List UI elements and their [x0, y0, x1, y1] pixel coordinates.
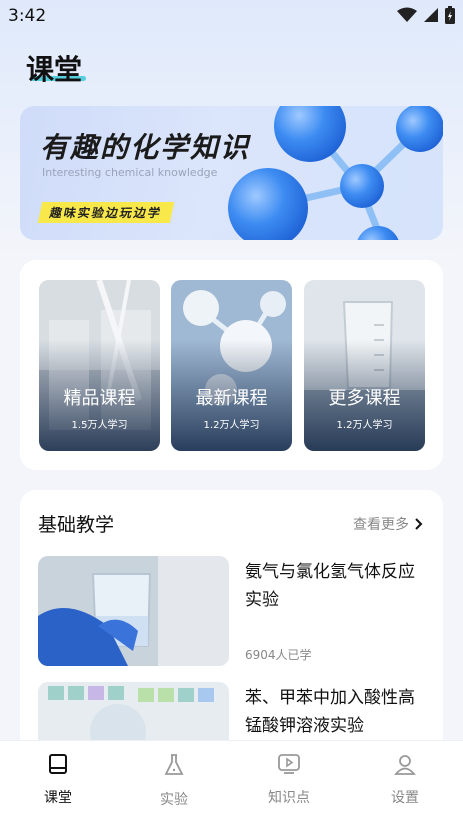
course-category-panel: 精品课程 1.5万人学习 最新课程 1.2万人学习 更多课程 1.2万人学习: [20, 260, 443, 470]
lesson-thumbnail: [38, 556, 229, 666]
status-icons: [397, 6, 455, 24]
nav-tab-knowledge[interactable]: 知识点: [249, 753, 329, 807]
view-more-link[interactable]: 查看更多: [353, 514, 423, 534]
user-icon: [394, 755, 416, 775]
banner-headline: 有趣的化学知识: [40, 131, 251, 164]
video-icon: [278, 754, 300, 774]
flask-icon: [164, 754, 184, 775]
lesson-item[interactable]: 氨气与氯化氢气体反应实验 6904人已学: [38, 556, 428, 668]
course-card-name: 更多课程: [328, 388, 401, 409]
bottom-nav: 课堂 实验 知识点 设置: [0, 740, 463, 825]
course-card-count: 1.5万人学习: [71, 420, 128, 431]
nav-tab-classroom[interactable]: 课堂: [18, 753, 98, 807]
lesson-title: 氨气与氯化氢气体反应实验: [245, 562, 415, 610]
view-more-label: 查看更多: [353, 517, 409, 533]
nav-label: 实验: [160, 792, 188, 808]
course-card-latest[interactable]: 最新课程 1.2万人学习: [171, 280, 292, 451]
course-card-name: 精品课程: [63, 388, 136, 409]
lesson-title: 苯、甲苯中加入酸性高锰酸钾溶液实验: [245, 688, 415, 736]
chevron-right-icon: [415, 518, 423, 530]
course-card-more[interactable]: 更多课程 1.2万人学习: [304, 280, 425, 451]
course-card-count: 1.2万人学习: [203, 420, 260, 431]
banner-subtitle: Interesting chemical knowledge: [42, 166, 218, 179]
section-heading: 基础教学: [38, 514, 115, 536]
page-title-wrap: 课堂: [26, 48, 86, 88]
signal-icon: [424, 8, 438, 22]
battery-icon: [445, 6, 455, 24]
page-title: 课堂: [26, 53, 83, 86]
status-bar: 3:42: [0, 0, 463, 32]
nav-label: 知识点: [268, 790, 310, 806]
course-card-count: 1.2万人学习: [336, 420, 393, 431]
book-icon: [49, 754, 67, 774]
nav-tab-settings[interactable]: 设置: [365, 753, 445, 807]
nav-label: 设置: [391, 790, 419, 806]
status-time: 3:42: [8, 6, 47, 26]
lesson-learned-count: 6904人已学: [245, 648, 312, 662]
course-card-featured[interactable]: 精品课程 1.5万人学习: [39, 280, 160, 451]
course-card-name: 最新课程: [195, 388, 268, 409]
banner-tag: 趣味实验边玩边学: [37, 202, 175, 223]
nav-label: 课堂: [44, 790, 72, 806]
promo-banner[interactable]: 有趣的化学知识 Interesting chemical knowledge 趣…: [20, 106, 443, 240]
wifi-icon: [397, 7, 417, 22]
nav-tab-experiment[interactable]: 实验: [134, 753, 214, 809]
